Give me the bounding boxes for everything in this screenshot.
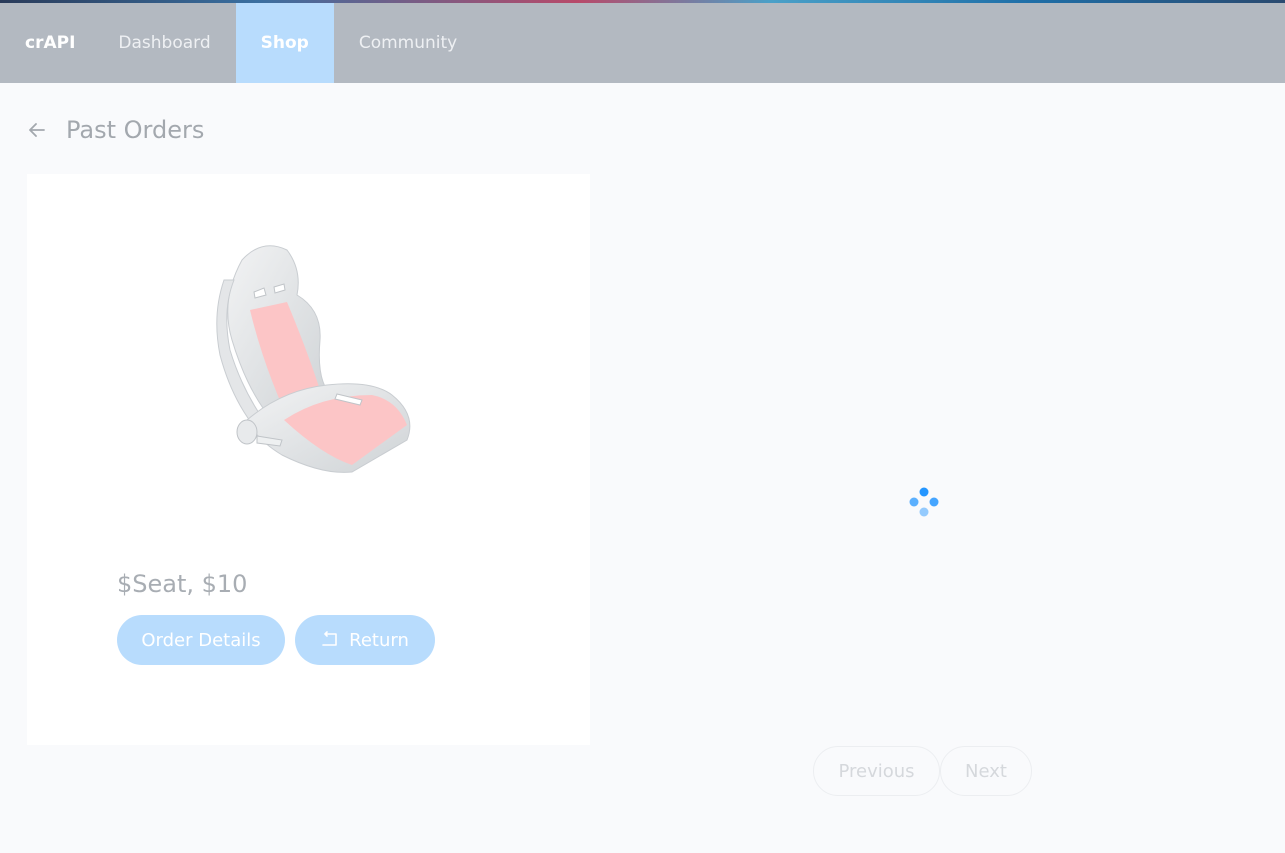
brand-logo[interactable]: crAPI — [0, 3, 93, 83]
spinner-icon — [909, 487, 939, 517]
rollback-icon — [322, 631, 337, 646]
page-header: Past Orders — [27, 112, 204, 148]
product-title: $Seat, $10 — [117, 570, 248, 598]
product-image-seat — [216, 245, 411, 473]
nav-item-community[interactable]: Community — [334, 3, 482, 83]
order-card: $Seat, $10 Order Details Return — [27, 174, 590, 745]
top-navbar: crAPI Dashboard Shop Community — [0, 3, 1285, 83]
return-button[interactable]: Return — [295, 615, 435, 665]
next-button[interactable]: Next — [940, 746, 1032, 796]
arrow-left-icon[interactable] — [27, 120, 47, 140]
page-title: Past Orders — [66, 116, 205, 144]
pagination: Previous Next — [813, 746, 1032, 796]
return-button-label: Return — [349, 629, 409, 651]
order-details-button[interactable]: Order Details — [117, 615, 285, 665]
nav-item-shop[interactable]: Shop — [235, 3, 334, 83]
previous-button[interactable]: Previous — [813, 746, 940, 796]
nav-item-dashboard[interactable]: Dashboard — [93, 3, 235, 83]
